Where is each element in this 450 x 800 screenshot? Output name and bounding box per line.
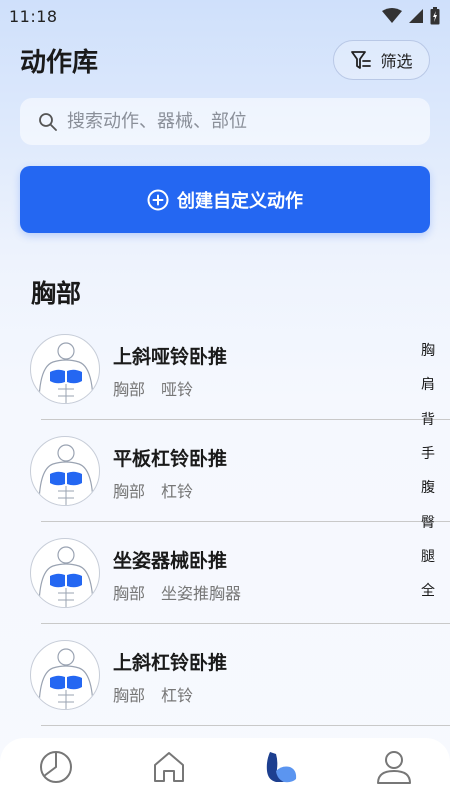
signal-icon [409, 9, 423, 23]
header: 动作库 筛选 [20, 40, 430, 80]
torso-chest-icon [38, 444, 94, 505]
exercise-equipment: 坐姿推胸器 [161, 584, 242, 603]
index-item-glutes[interactable]: 臀 [421, 504, 435, 538]
list-item[interactable]: 上斜哑铃卧推 胸部 哑铃 [0, 318, 450, 420]
exercise-meta: 胸部 杠铃 [113, 682, 193, 706]
create-button-label: 创建自定义动作 [177, 190, 303, 212]
status-icons [382, 7, 440, 25]
torso-chest-icon [38, 342, 94, 403]
body-part-index: 胸 肩 背 手 腹 臀 腿 全 [412, 333, 444, 607]
status-time: 11:18 [9, 6, 58, 26]
exercise-body-part: 胸部 [113, 584, 146, 603]
divider [41, 725, 450, 726]
page-title: 动作库 [20, 47, 99, 78]
nav-profile[interactable] [364, 742, 424, 792]
index-item-shoulder[interactable]: 肩 [421, 367, 435, 401]
chest-muscle-avatar [30, 538, 100, 608]
exercise-body-part: 胸部 [113, 686, 146, 705]
status-bar: 11:18 [0, 0, 450, 32]
exercise-equipment: 杠铃 [161, 482, 194, 501]
chest-muscle-avatar [30, 436, 100, 506]
index-item-back[interactable]: 背 [421, 402, 435, 436]
exercise-body-part: 胸部 [113, 380, 146, 399]
exercise-equipment: 杠铃 [161, 686, 194, 705]
index-item-full[interactable]: 全 [421, 573, 435, 607]
search-icon [39, 112, 57, 131]
battery-icon [430, 7, 440, 25]
stats-icon [40, 751, 73, 783]
search-input[interactable] [67, 111, 407, 132]
create-custom-exercise-button[interactable]: 创建自定义动作 [20, 166, 430, 233]
filter-label: 筛选 [380, 52, 413, 71]
search-bar[interactable] [20, 98, 430, 145]
filter-button[interactable]: 筛选 [333, 40, 430, 80]
index-item-chest[interactable]: 胸 [421, 333, 435, 367]
filter-icon [351, 51, 372, 69]
profile-icon [376, 751, 411, 784]
exercise-name: 平板杠铃卧推 [113, 448, 228, 470]
exercise-name: 坐姿器械卧推 [113, 550, 228, 572]
wifi-icon [382, 8, 402, 23]
list-item[interactable]: 上斜杠铃卧推 胸部 杠铃 [0, 624, 450, 726]
muscle-icon [267, 752, 297, 783]
bottom-nav [0, 738, 450, 800]
nav-home[interactable] [139, 742, 199, 792]
nav-stats[interactable] [26, 742, 86, 792]
torso-chest-icon [38, 546, 94, 607]
home-icon [153, 752, 184, 782]
list-item[interactable]: 平板杠铃卧推 胸部 杠铃 [0, 420, 450, 522]
index-item-legs[interactable]: 腿 [421, 539, 435, 573]
index-item-abs[interactable]: 腹 [421, 470, 435, 504]
exercise-equipment: 哑铃 [161, 380, 194, 399]
exercise-name: 上斜杠铃卧推 [113, 652, 228, 674]
section-title: 胸部 [31, 279, 82, 308]
nav-exercises[interactable] [251, 742, 311, 792]
add-circle-icon [147, 189, 169, 210]
exercise-body-part: 胸部 [113, 482, 146, 501]
list-item[interactable]: 坐姿器械卧推 胸部 坐姿推胸器 [0, 522, 450, 624]
exercise-meta: 胸部 杠铃 [113, 478, 193, 502]
torso-chest-icon [38, 648, 94, 709]
exercise-meta: 胸部 哑铃 [113, 376, 193, 400]
exercise-meta: 胸部 坐姿推胸器 [113, 580, 241, 604]
index-item-arm[interactable]: 手 [421, 436, 435, 470]
chest-muscle-avatar [30, 334, 100, 404]
chest-muscle-avatar [30, 640, 100, 710]
exercise-name: 上斜哑铃卧推 [113, 346, 228, 368]
